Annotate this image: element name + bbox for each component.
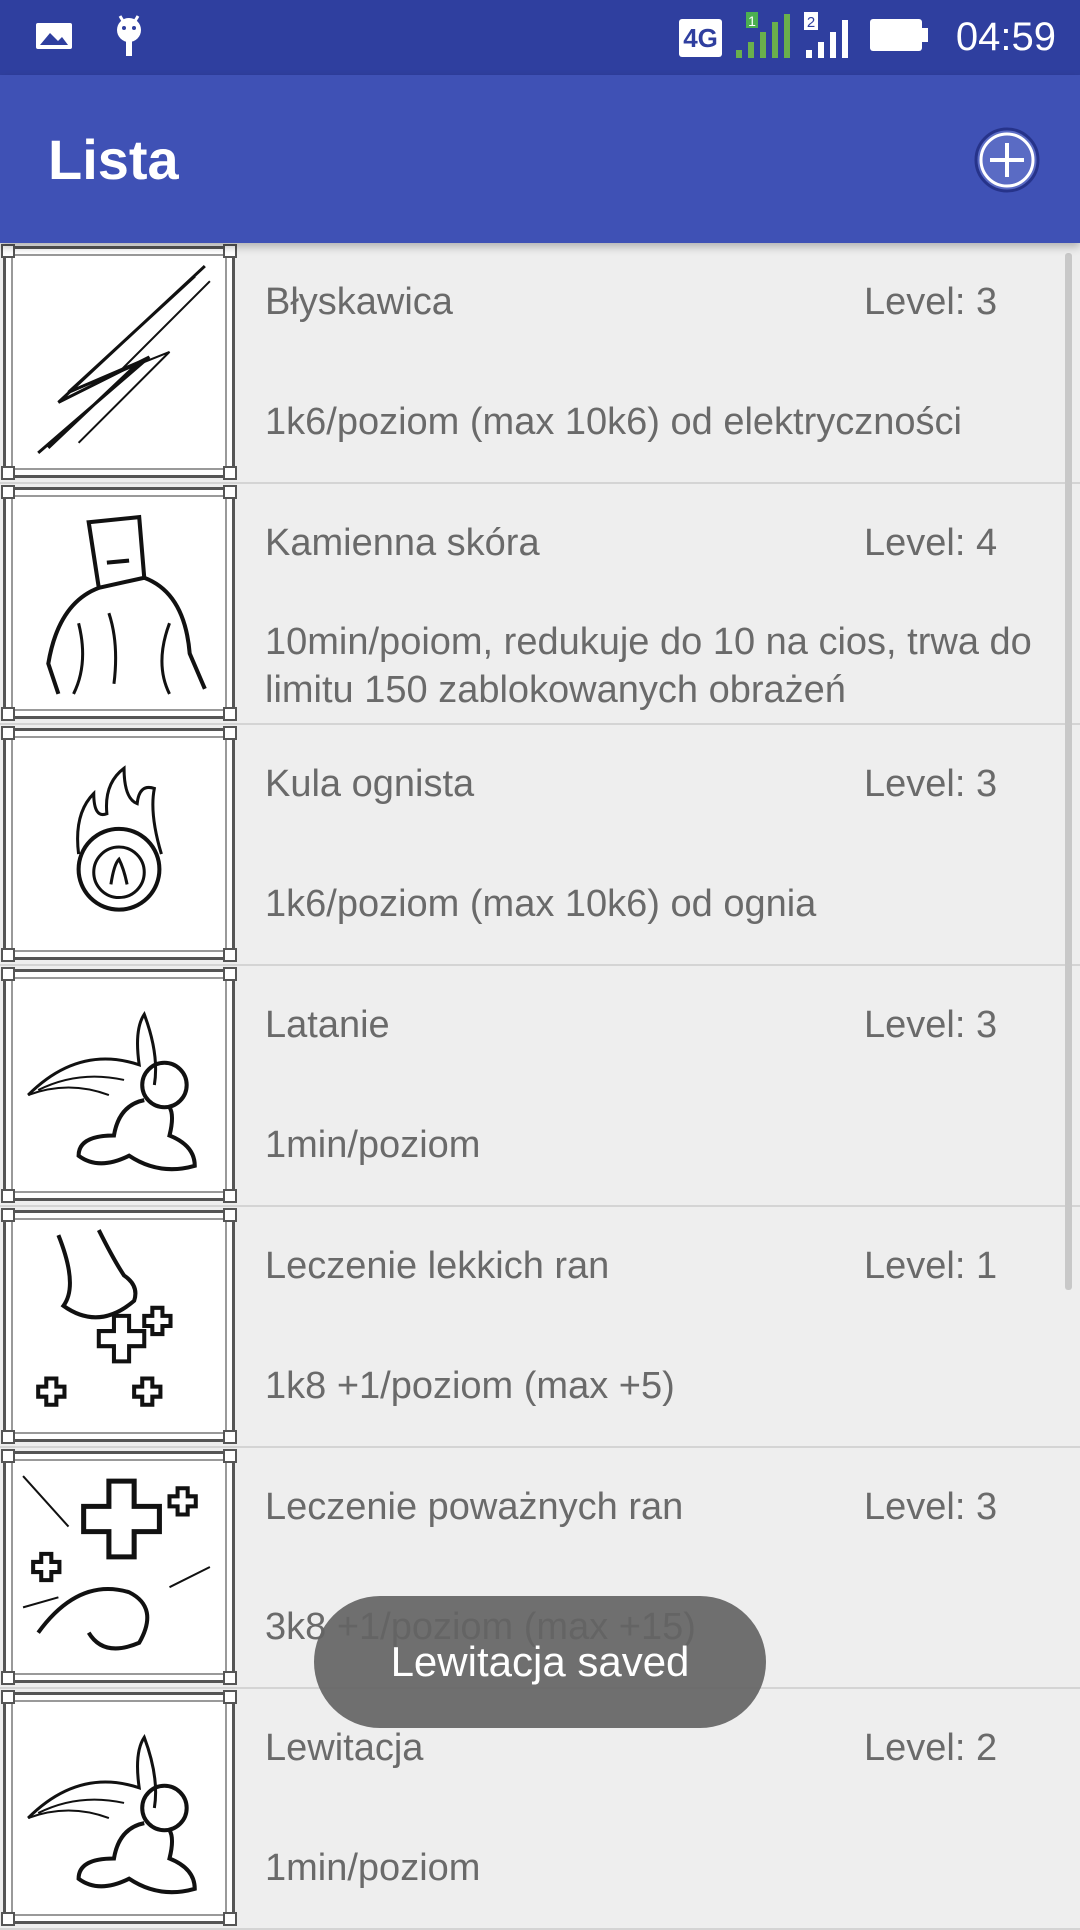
spell-description: 1k6/poziom (max 10k6) od elektryczności [265,401,962,443]
list-item[interactable]: Kula ognista Level: 3 1k6/poziom (max 10… [0,725,1080,966]
spell-level: Level: 1 [864,1245,998,1287]
spell-level: Level: 4 [864,522,998,564]
spell-level: Level: 3 [864,1004,998,1046]
spell-name: Latanie [265,1004,390,1046]
app-bar: Lista [0,75,1080,243]
winged-figure-icon [27,1733,197,1895]
spell-description: 1min/poziom [265,1124,481,1166]
spell-level: Level: 3 [864,1486,998,1528]
list-item[interactable]: Błyskawica Level: 3 1k6/poziom (max 10k6… [0,243,1080,484]
spell-level: Level: 3 [864,763,998,805]
spell-image [1,485,237,721]
spell-description: 1k8 +1/poziom (max +5) [265,1365,675,1407]
fireball-icon [76,765,163,912]
spell-image [1,1690,237,1926]
healing-hand-icon [36,1229,173,1407]
add-button[interactable] [972,125,1042,195]
scrollbar[interactable] [1065,253,1072,1290]
spell-name: Leczenie lekkich ran [265,1245,610,1287]
spell-description: 1k6/poziom (max 10k6) od ognia [265,883,817,925]
signal-icon-sim2: 2 [802,10,858,65]
spell-level: Level: 2 [864,1727,998,1769]
list-item[interactable]: Kamienna skóra Level: 4 10min/poiom, red… [0,484,1080,725]
spell-image [1,1208,237,1444]
spell-name: Lewitacja [265,1727,424,1769]
spell-name: Błyskawica [265,281,453,323]
spell-image [1,726,237,962]
list-item[interactable]: Leczenie lekkich ran Level: 1 1k8 +1/poz… [0,1207,1080,1448]
list-item[interactable]: Latanie Level: 3 1min/poziom [0,966,1080,1207]
android-icon [112,14,146,63]
spell-description: 10min/poiom, redukuje do 10 na cios, trw… [265,621,1032,711]
status-time: 04:59 [955,15,1056,59]
lightning-icon [37,264,211,455]
gallery-icon [34,19,74,58]
svg-text:2: 2 [807,14,815,31]
stone-skin-icon [46,514,207,695]
winged-figure-icon [27,1010,197,1172]
spell-name: Kamienna skóra [265,522,540,564]
add-circle-icon [974,127,1040,193]
spell-image [1,1449,237,1685]
battery-icon [868,15,930,60]
spell-level: Level: 3 [864,281,998,323]
spell-name: Kula ognista [265,763,475,805]
toast-message: Lewitacja saved [314,1596,766,1728]
spell-description: 1min/poziom [265,1847,481,1889]
spell-image [1,967,237,1203]
svg-text:1: 1 [748,13,756,29]
signal-icon: 1 [732,10,792,65]
network-type-badge: 4G [679,18,722,57]
page-title: Lista [48,128,179,191]
spell-image [1,244,237,480]
status-bar: 4G 1 2 04:59 [0,0,1080,75]
spell-name: Leczenie poważnych ran [265,1486,684,1528]
healing-cross-icon [22,1475,211,1651]
